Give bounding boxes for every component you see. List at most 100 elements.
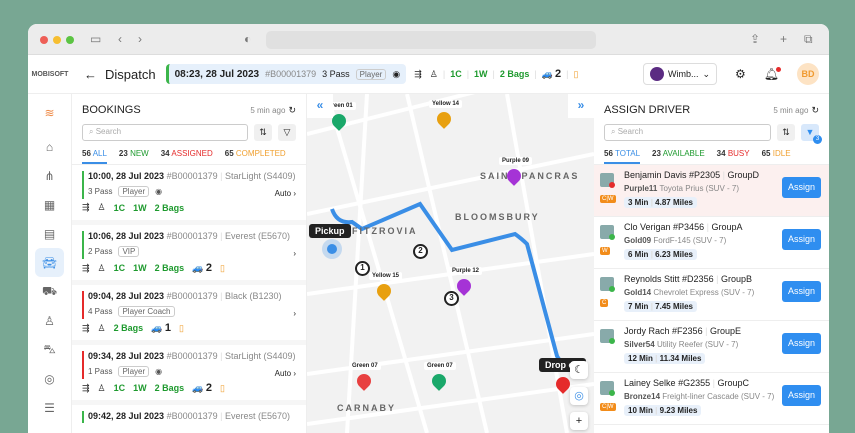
bell-icon[interactable]: 🔔︎: [764, 67, 781, 81]
vehicles-icon[interactable]: ⛟: [28, 277, 71, 306]
status-bar: [82, 171, 84, 199]
car-icon: 🚙: [192, 383, 204, 393]
filter-active-icon[interactable]: ▼ 3: [801, 124, 822, 144]
address-bar[interactable]: [266, 31, 596, 49]
status-bar: [82, 231, 84, 259]
drivers-list: C|W Benjamin Davis #P2305 | GroupD Purpl…: [594, 165, 829, 425]
refresh-icon[interactable]: ↻: [811, 105, 819, 116]
sort-icon[interactable]: ⇅: [254, 124, 272, 141]
assign-button[interactable]: Assign: [782, 229, 821, 250]
user-icon[interactable]: ♙: [28, 306, 71, 335]
driver-item[interactable]: Jordy Rach #F2356 | GroupE Silver54 Util…: [594, 321, 829, 373]
dispatch-car-icon[interactable]: 🚘︎: [35, 248, 64, 277]
new-tab-icon[interactable]: +: [780, 32, 787, 46]
sort-icon[interactable]: ⇅: [777, 124, 795, 141]
tab-busy[interactable]: 34 BUSY: [717, 149, 750, 164]
driver-item[interactable]: W Clo Verigan #P3456 | GroupA Gold09 For…: [594, 217, 829, 269]
stop-marker[interactable]: 2: [413, 244, 428, 259]
route-icon: ⇶: [82, 322, 90, 333]
dark-mode-button[interactable]: ☾: [570, 361, 588, 379]
booking-id: #B00001379: [166, 411, 218, 421]
back-nav-icon[interactable]: ‹: [118, 32, 122, 46]
assign-button[interactable]: Assign: [782, 333, 821, 354]
tab-total[interactable]: 56 TOTAL: [604, 149, 641, 164]
locate-button[interactable]: ◎: [570, 387, 588, 405]
collapse-right-button[interactable]: »: [568, 94, 594, 118]
back-arrow-icon[interactable]: ←: [84, 67, 97, 82]
distance: 6.23 Miles: [655, 250, 693, 259]
last-updated: 5 min ago: [773, 105, 809, 115]
share-icon[interactable]: ⇪: [750, 32, 760, 46]
eye-icon[interactable]: ◉: [155, 187, 162, 196]
app-header: MOBISOFT ← Dispatch 08:23, 28 Jul 2023 #…: [28, 55, 829, 94]
driver-name: Clo Verigan: [624, 222, 671, 232]
venue-selector[interactable]: Wimb... ⌄: [642, 63, 717, 85]
stop-marker[interactable]: 3: [444, 291, 459, 306]
note-icon: ▯: [220, 382, 225, 393]
venue-name: Wimb...: [667, 69, 699, 79]
area-label: BLOOMSBURY: [455, 212, 540, 222]
filter-icon[interactable]: ▽: [278, 124, 296, 141]
booking-open-chevron[interactable]: ›: [293, 249, 296, 258]
tabs-overview-icon[interactable]: ⧉: [804, 32, 813, 47]
route-map[interactable]: SAINT PANCRAS BLOOMSBURY FITZROVIA CARNA…: [307, 94, 594, 433]
close-window-button[interactable]: [40, 36, 48, 44]
tab-idle[interactable]: 65 IDLE: [762, 149, 791, 164]
vehicle-name: Everest (E5670): [225, 231, 291, 241]
booking-open-chevron[interactable]: ›: [293, 309, 296, 318]
passenger-tag: VIP: [118, 246, 140, 257]
pickup-label: Pickup: [309, 224, 351, 238]
note-icon[interactable]: ▯: [573, 69, 578, 80]
gear-icon[interactable]: ⚙: [735, 67, 746, 81]
assign-button[interactable]: Assign: [782, 281, 821, 302]
zoom-in-button[interactable]: +: [570, 412, 588, 430]
schedule-icon[interactable]: ▤: [28, 219, 71, 248]
tab-available[interactable]: 23 AVAILABLE: [652, 149, 705, 164]
assign-button[interactable]: Assign: [782, 385, 821, 406]
tab-completed[interactable]: 65 COMPLETED: [225, 149, 286, 164]
passenger-tag: Player: [355, 68, 387, 80]
assign-driver-title: ASSIGN DRIVER: [604, 104, 691, 116]
refresh-icon[interactable]: ↻: [288, 105, 296, 116]
pickup-marker[interactable]: [327, 244, 337, 254]
driver-item[interactable]: C|W Benjamin Davis #P2305 | GroupD Purpl…: [594, 165, 829, 217]
drivers-search-input[interactable]: ⌕ Search: [604, 124, 771, 141]
calendar-icon[interactable]: ▦: [28, 190, 71, 219]
booking-open-chevron[interactable]: Auto ›: [275, 369, 296, 378]
tab-all[interactable]: 56 ALL: [82, 149, 107, 164]
maximize-window-button[interactable]: [66, 36, 74, 44]
booking-item[interactable]: 09:04, 28 Jul 2023 #B00001379 | Black (B…: [72, 285, 306, 345]
wheelchair-count: 1W: [133, 202, 147, 213]
forward-nav-icon[interactable]: ›: [138, 32, 142, 46]
tab-new[interactable]: 23 NEW: [119, 149, 149, 164]
sidebar-toggle-icon[interactable]: ▭: [90, 32, 101, 46]
eye-icon[interactable]: ◉: [155, 367, 162, 376]
bookings-search-input[interactable]: ⌕ Search: [82, 124, 248, 141]
booking-open-chevron[interactable]: Auto ›: [275, 189, 296, 198]
hierarchy-icon[interactable]: ⋔: [28, 161, 71, 190]
settings-list-icon[interactable]: ☰: [28, 393, 71, 422]
booking-item[interactable]: 09:34, 28 Jul 2023 #B00001379 | StarLigh…: [72, 345, 306, 405]
tab-assigned[interactable]: 34 ASSIGNED: [161, 149, 213, 164]
filter-count-badge: 3: [813, 135, 822, 144]
user-avatar[interactable]: BD: [797, 63, 819, 85]
car-icon[interactable]: ⛍: [28, 335, 71, 364]
vehicle-label: Purple 09: [499, 157, 533, 165]
collapse-left-button[interactable]: «: [307, 94, 333, 118]
current-booking-summary[interactable]: 08:23, 28 Jul 2023 #B00001379 3 Pass Pla…: [165, 64, 407, 84]
minimize-window-button[interactable]: [53, 36, 61, 44]
driver-item[interactable]: C Reynolds Stitt #D2356 | GroupB Gold14 …: [594, 269, 829, 321]
stop-marker[interactable]: 1: [355, 261, 370, 276]
booking-item[interactable]: 10:00, 28 Jul 2023 #B00001379 | StarLigh…: [72, 165, 306, 225]
booking-item[interactable]: 10:06, 28 Jul 2023 #B00001379 | Everest …: [72, 225, 306, 285]
route-icon: ⇶: [82, 262, 90, 273]
driver-status-dot: [609, 390, 615, 396]
driver-item[interactable]: C|W Lainey Selke #G2355 | GroupC Bronze1…: [594, 373, 829, 425]
assign-button[interactable]: Assign: [782, 177, 821, 198]
home-icon[interactable]: ⌂: [28, 132, 71, 161]
area-label: CARNABY: [337, 403, 396, 413]
steering-icon[interactable]: ◎: [28, 364, 71, 393]
booking-item[interactable]: 09:42, 28 Jul 2023 #B00001379 | Everest …: [72, 405, 306, 424]
eye-icon[interactable]: ◉: [392, 69, 400, 80]
search-placeholder: Search: [95, 127, 122, 136]
